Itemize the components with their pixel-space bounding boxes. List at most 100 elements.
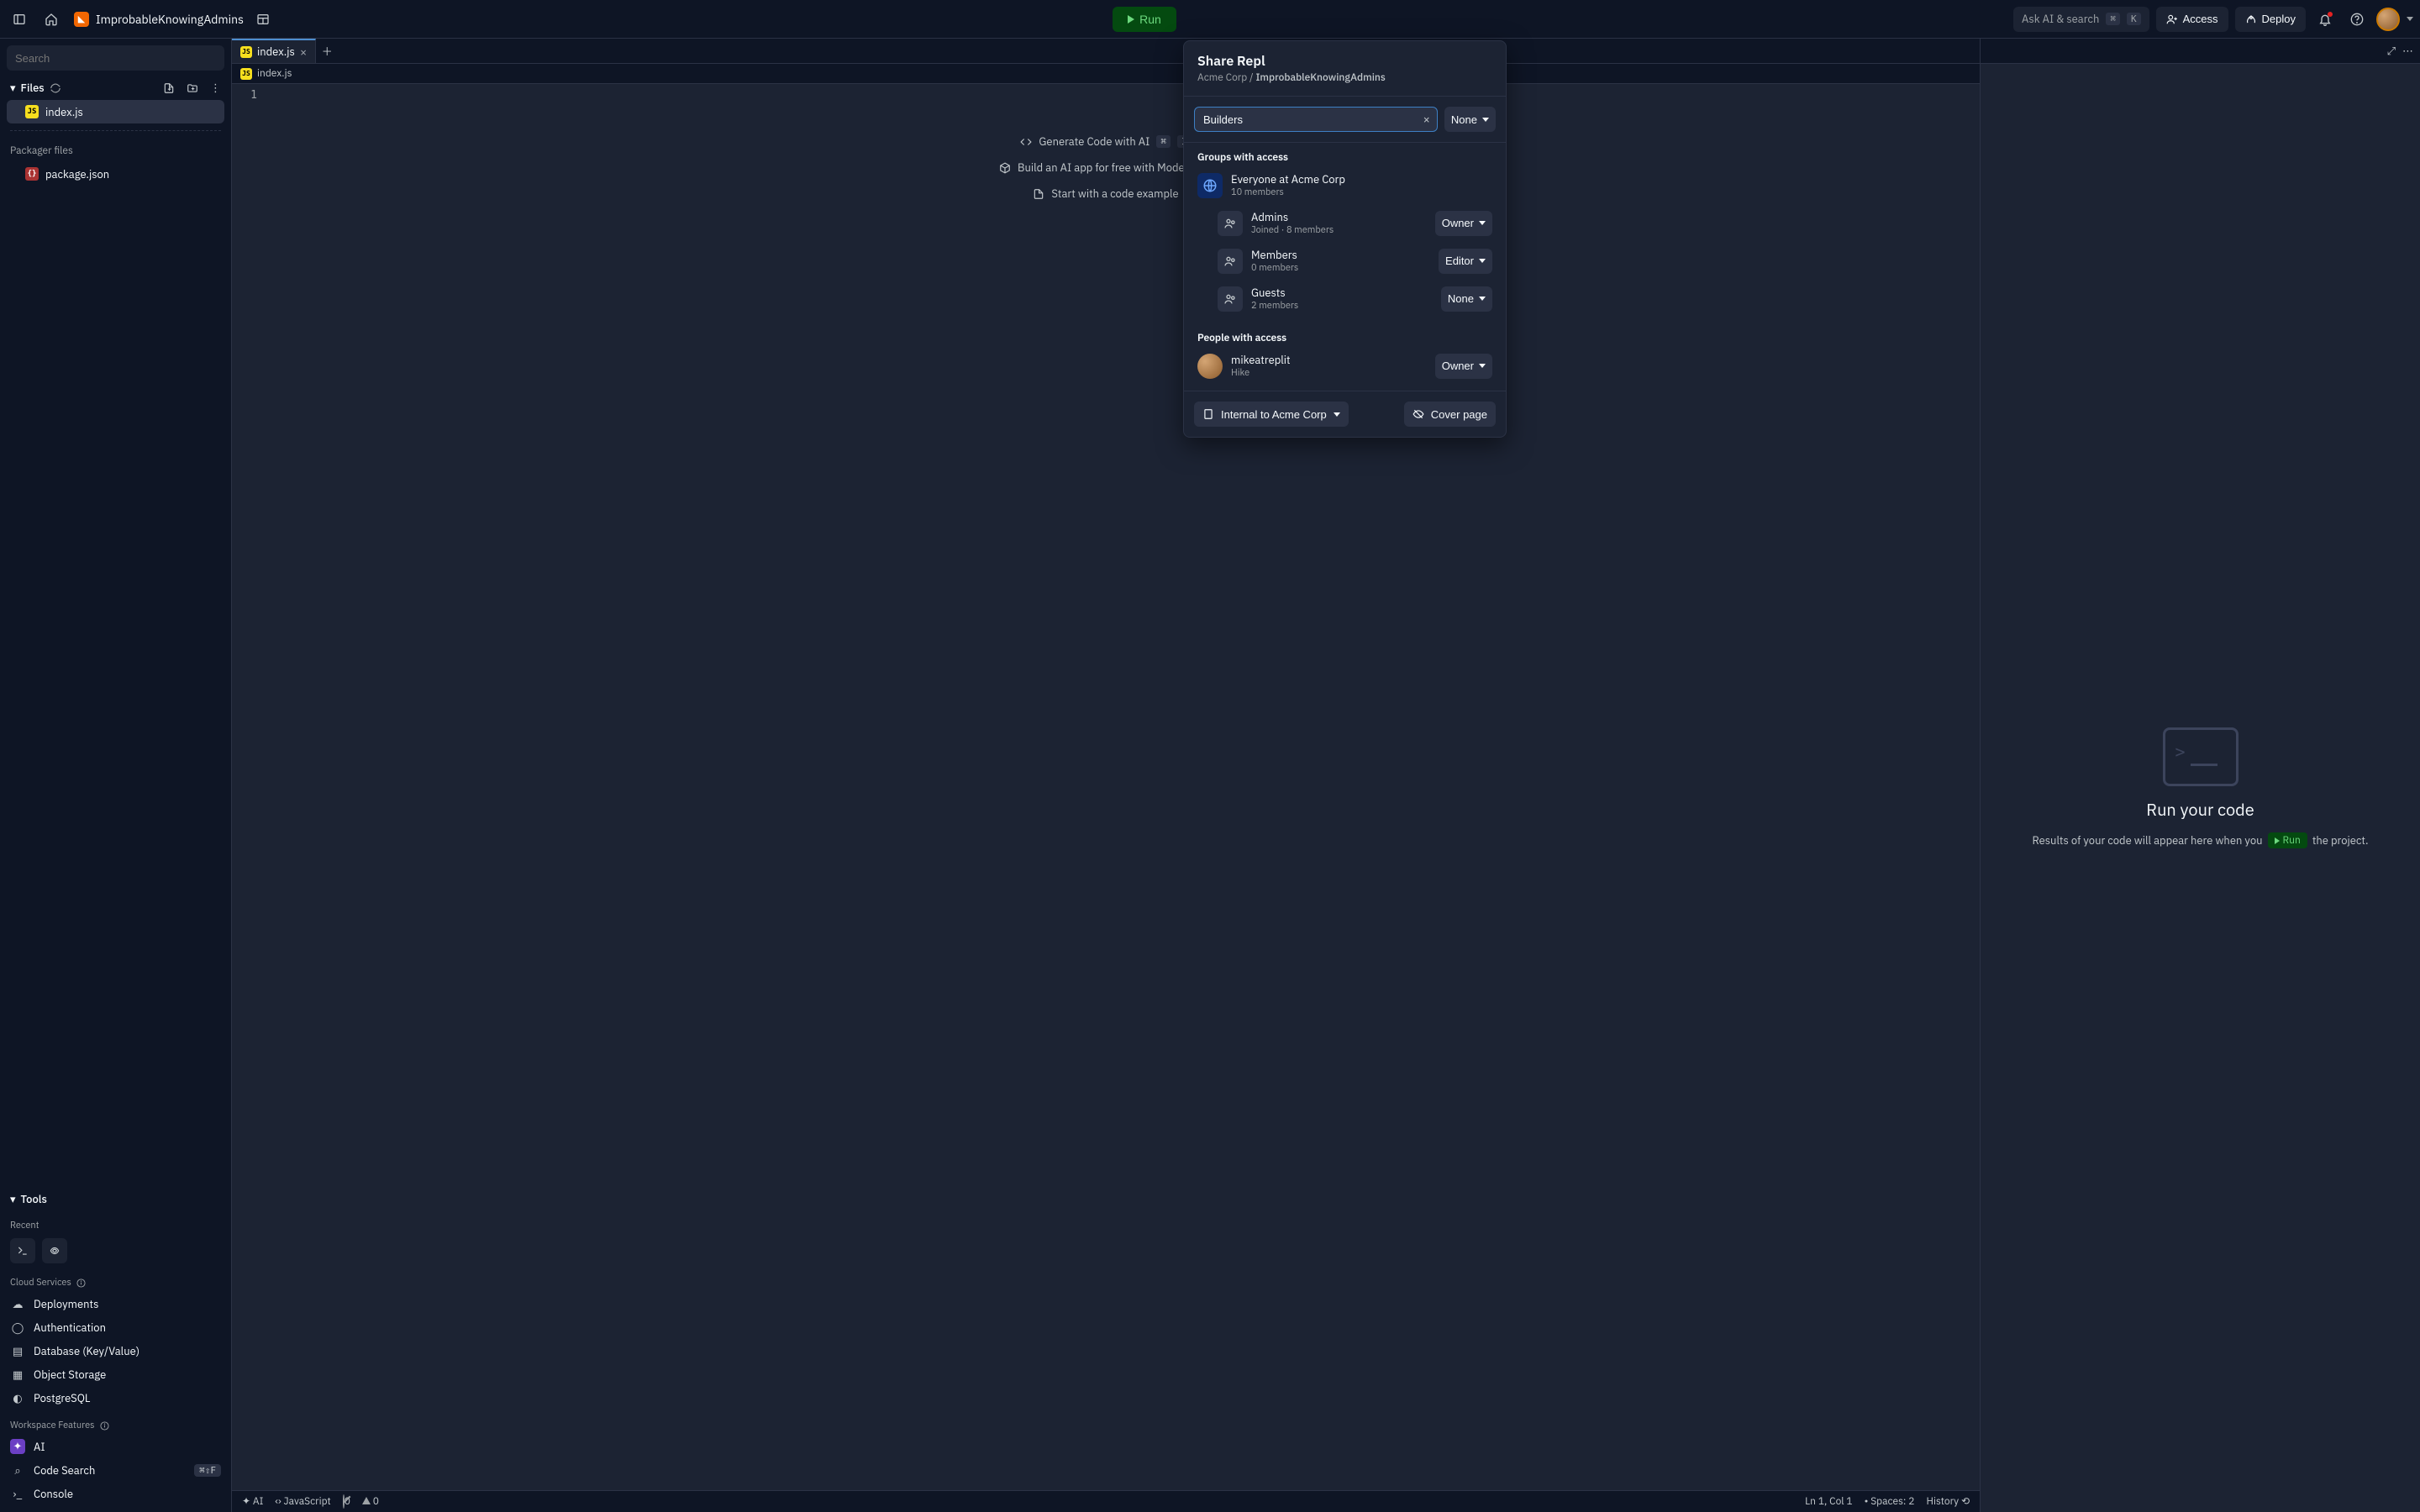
status-position[interactable]: Ln 1, Col 1 [1805,1495,1852,1508]
clear-input-button[interactable]: × [1423,112,1430,127]
kbd-key: K [2127,13,2141,25]
editor-tabs: JS index.js × ＋ [232,39,1980,64]
status-spaces[interactable]: • Spaces: 2 [1865,1495,1915,1508]
status-lang[interactable]: ‹› JavaScript [275,1495,330,1508]
notifications-button[interactable] [2312,7,2338,32]
workspace-console[interactable]: ›_Console [0,1482,231,1505]
group-title: Everyone at Acme Corp [1231,172,1492,186]
new-file-button[interactable] [163,82,175,94]
editor-body[interactable]: 1 Generate Code with AI ⌘ I Build an AI … [232,84,1980,1490]
access-button[interactable]: Access [2156,7,2228,32]
user-avatar-icon [1197,354,1223,379]
code-icon [1020,136,1032,148]
expand-pane-button[interactable]: ⤢ [2387,44,2396,58]
group-icon [1218,249,1243,274]
editor-pane: JS index.js × ＋ JS index.js 1 Genera [232,39,1981,1512]
recent-shell-chip[interactable] [42,1238,67,1263]
search-icon: ⌕ [10,1463,25,1478]
person-row: mikeatreplit Hike Owner [1194,349,1496,382]
ph-start[interactable]: Start with a code example [1033,186,1178,201]
group-sub: 10 members [1231,186,1492,198]
files-section-header[interactable]: ▾ Files ⋮ [0,77,231,98]
cloud-storage[interactable]: ▦Object Storage [0,1362,231,1386]
cloud-deployments[interactable]: ☁Deployments [0,1292,231,1315]
files-overflow-button[interactable]: ⋮ [210,81,221,95]
role-dropdown-person[interactable]: Owner [1435,354,1492,379]
close-tab-button[interactable]: × [300,45,307,60]
console-icon: ›_ [10,1487,25,1501]
kbd-mod: ⌘ [2106,13,2120,25]
status-errors[interactable]: 0 [343,1495,350,1508]
console-placeholder-icon [2163,727,2238,786]
group-members: Members 0 members Editor [1214,244,1496,277]
chevron-down-icon [1482,118,1489,122]
cover-page-button[interactable]: Cover page [1404,402,1496,427]
recent-label: Recent [0,1210,231,1235]
chevron-down-icon [1479,259,1486,263]
run-button[interactable]: Run [1113,7,1176,32]
cloud-auth[interactable]: ◯Authentication [0,1315,231,1339]
user-avatar[interactable] [2376,8,2400,31]
info-icon[interactable] [76,1278,86,1288]
console-title: Run your code [2146,798,2254,821]
chevron-down-icon: ▾ [10,81,16,95]
workspace-codesearch[interactable]: ⌕Code Search⌘⇧F [0,1458,231,1482]
ai-icon: ✦ [10,1439,25,1454]
status-warns[interactable]: 0 [362,1495,379,1508]
avatar-menu-chevron-icon[interactable] [2407,17,2413,21]
cloud-database[interactable]: ▤Database (Key/Value) [0,1339,231,1362]
group-admins: Admins Joined · 8 members Owner [1214,207,1496,239]
new-tab-button[interactable]: ＋ [316,39,338,62]
pane-overflow-button[interactable]: ⋯ [2402,44,2413,58]
sidebar-toggle-button[interactable] [7,7,32,32]
workspace-ai[interactable]: ✦AI [0,1435,231,1458]
layout-button[interactable] [250,7,276,32]
home-button[interactable] [39,7,64,32]
repl-title[interactable]: ◣ ImprobableKnowingAdmins [74,12,244,27]
editor-placeholder: Generate Code with AI ⌘ I Build an AI ap… [232,84,1980,1490]
chevron-down-icon [1334,412,1340,417]
search-placeholder: Ask AI & search [2022,12,2099,26]
share-search-input[interactable] [1202,113,1423,127]
shell-icon [49,1245,60,1257]
chevron-down-icon [1479,297,1486,301]
sync-icon[interactable] [50,82,61,94]
terminal-icon [17,1245,29,1257]
file-name: index.js [45,105,83,119]
role-dropdown-members[interactable]: Editor [1439,249,1492,274]
org-icon [1197,173,1223,198]
js-file-icon: JS [240,68,252,80]
help-icon [2350,13,2364,26]
cloud-label: Cloud Services [0,1267,231,1292]
access-label: Access [2183,13,2218,25]
file-item-index[interactable]: JS index.js [7,100,224,123]
help-button[interactable] [2344,7,2370,32]
status-history[interactable]: History ⟲ [1926,1495,1970,1508]
role-dropdown-admins[interactable]: Owner [1435,211,1492,236]
cloud-postgres[interactable]: ◐PostgreSQL [0,1386,231,1410]
info-icon[interactable] [100,1421,109,1431]
sidebar-search-input[interactable] [7,45,224,71]
group-icon [1218,211,1243,236]
recent-console-chip[interactable] [10,1238,35,1263]
ph-build[interactable]: Build an AI app for free with ModelFarm [999,160,1213,175]
repl-name: ImprobableKnowingAdmins [96,12,244,27]
divider [10,130,221,131]
status-ai[interactable]: ✦ AI [242,1495,263,1508]
ph-generate[interactable]: Generate Code with AI ⌘ I [1020,134,1191,149]
visibility-dropdown[interactable]: Internal to Acme Corp [1194,402,1349,427]
deploy-button[interactable]: Deploy [2235,7,2306,32]
tab-indexjs[interactable]: JS index.js × [232,39,316,63]
invite-role-dropdown[interactable]: None [1444,107,1496,132]
new-folder-button[interactable] [187,82,198,94]
role-dropdown-guests[interactable]: None [1441,286,1492,312]
ai-search[interactable]: Ask AI & search ⌘ K [2013,7,2149,32]
path-text: index.js [257,67,292,80]
sidebar: ▾ Files ⋮ JS index.js Packager files {} … [0,39,232,1512]
share-search-input-wrap[interactable]: × [1194,107,1438,132]
file-item-packagejson[interactable]: {} package.json [7,162,224,186]
path-bar: JS index.js [232,64,1980,84]
deploy-icon: ☁ [10,1297,25,1311]
files-label: Files [21,81,45,95]
tools-section-header[interactable]: ▾ Tools [0,1189,231,1210]
